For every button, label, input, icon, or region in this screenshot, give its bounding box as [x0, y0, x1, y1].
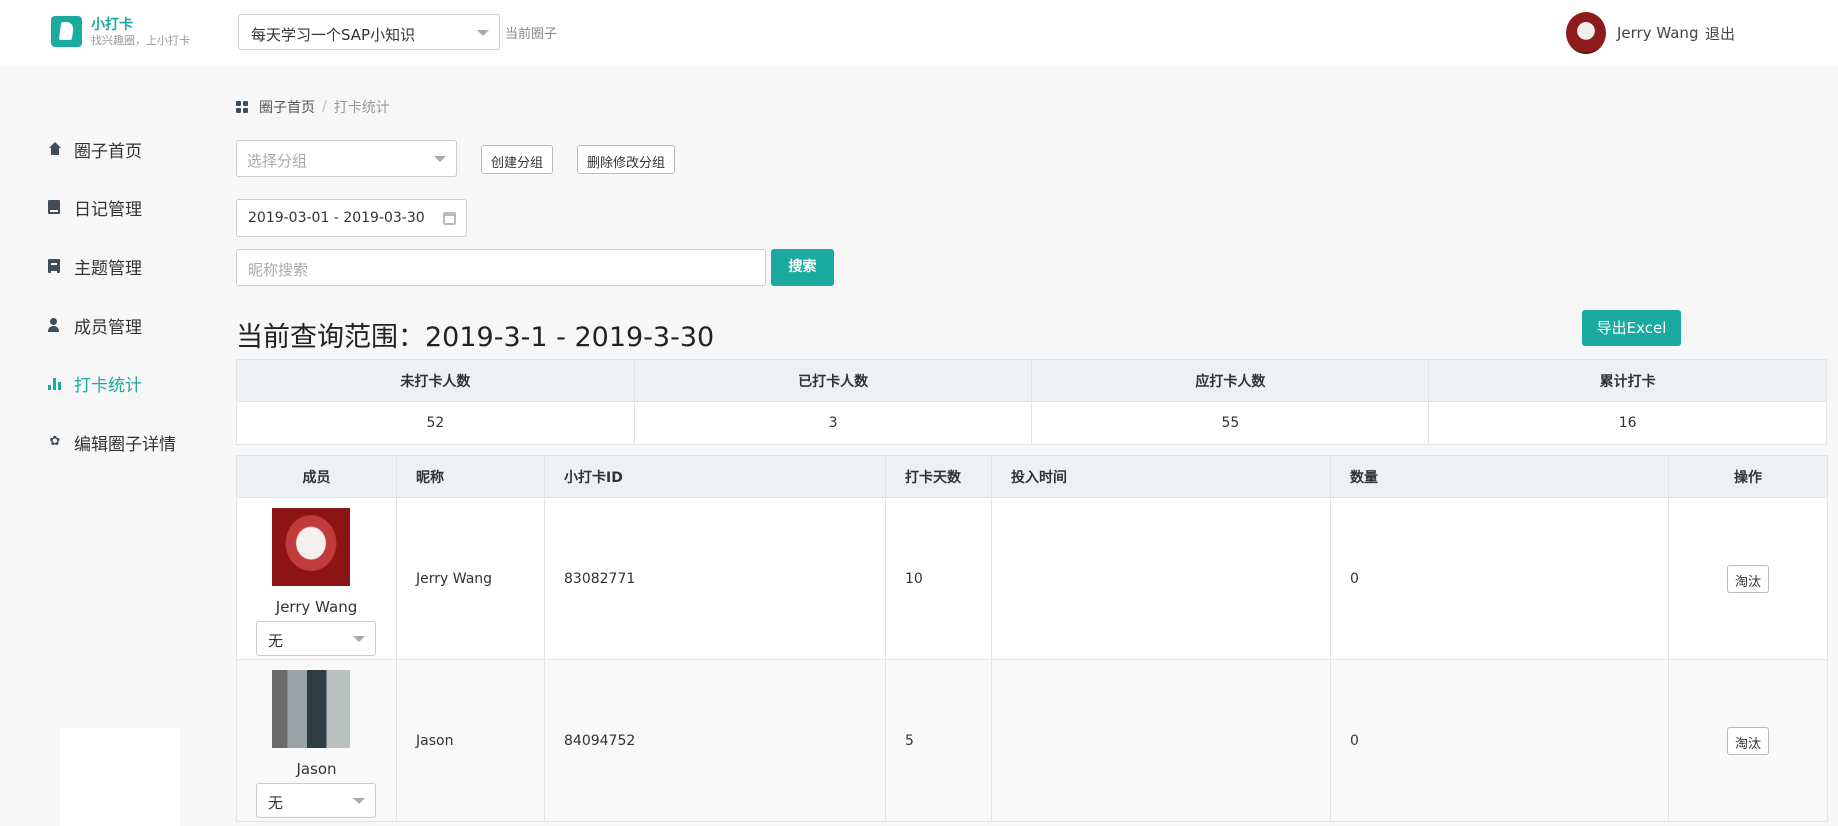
- sidebar-item-diary-management[interactable]: 日记管理: [48, 195, 142, 220]
- column-header-days: 打卡天数: [885, 455, 992, 498]
- summary-header-row: 未打卡人数 已打卡人数 应打卡人数 累计打卡: [236, 359, 1827, 402]
- id-cell: 84094752: [544, 659, 886, 822]
- column-header-action: 操作: [1668, 455, 1828, 498]
- member-cell: Jason 无: [236, 659, 397, 822]
- member-avatar: [272, 508, 350, 586]
- member-name: Jerry Wang: [275, 598, 358, 616]
- sidebar-item-label: 打卡统计: [74, 375, 142, 396]
- book-icon: [48, 200, 60, 214]
- chevron-down-icon: [353, 636, 365, 642]
- summary-header-total: 累计打卡: [1428, 359, 1827, 402]
- sidebar-item-topic-management[interactable]: 主题管理: [48, 254, 142, 279]
- action-cell: 淘汰: [1668, 659, 1828, 822]
- delete-modify-group-button[interactable]: 删除修改分组: [577, 145, 676, 174]
- gear-icon: ✿: [49, 434, 61, 449]
- circle-select-value: 每天学习一个SAP小知识: [251, 26, 416, 44]
- group-select[interactable]: 选择分组: [236, 140, 457, 177]
- member-avatar: [272, 670, 350, 748]
- action-cell: 淘汰: [1668, 497, 1828, 660]
- summary-value-checked: 3: [633, 401, 1033, 445]
- sidebar-item-checkin-stats[interactable]: 打卡统计: [48, 371, 142, 396]
- nickname-search-input[interactable]: 昵称搜索: [236, 249, 766, 286]
- member-cell: Jerry Wang 无: [236, 497, 397, 660]
- time-cell: [991, 497, 1331, 660]
- sidebar-item-label: 编辑圈子详情: [74, 434, 176, 455]
- sidebar-item-member-management[interactable]: 成员管理: [48, 313, 142, 338]
- breadcrumb-separator: /: [322, 99, 327, 115]
- dashboard-icon: [236, 100, 249, 114]
- sidebar-item-label: 主题管理: [74, 258, 142, 279]
- column-header-time: 投入时间: [991, 455, 1331, 498]
- days-cell: 10: [885, 497, 992, 660]
- top-header: 小打卡 找兴趣圈，上小打卡 每天学习一个SAP小知识 当前圈子 Jerry Wa…: [0, 0, 1838, 67]
- count-cell: 0: [1330, 497, 1669, 660]
- chevron-down-icon: [434, 156, 446, 162]
- nickname-cell: Jason: [396, 659, 545, 822]
- summary-table: 未打卡人数 已打卡人数 应打卡人数 累计打卡 52 3 55 16: [236, 359, 1827, 445]
- summary-header-checked: 已打卡人数: [633, 359, 1033, 402]
- member-group-select[interactable]: 无: [256, 621, 376, 656]
- column-header-count: 数量: [1330, 455, 1669, 498]
- bar-chart-icon: [48, 376, 62, 390]
- user-name: Jerry Wang: [1617, 24, 1699, 42]
- id-cell: 83082771: [544, 497, 886, 660]
- app-logo-icon: [51, 16, 82, 47]
- chevron-down-icon: [477, 30, 489, 36]
- app-slogan: 找兴趣圈，上小打卡: [91, 34, 190, 47]
- sidebar-item-edit-circle[interactable]: ✿ 编辑圈子详情: [48, 430, 176, 455]
- column-header-nickname: 昵称: [396, 455, 545, 498]
- breadcrumb-home-link[interactable]: 圈子首页: [259, 97, 315, 117]
- member-group-select[interactable]: 无: [256, 783, 376, 818]
- query-range-title: 当前查询范围：2019-3-1 - 2019-3-30: [236, 322, 715, 353]
- sidebar-item-label: 成员管理: [74, 317, 142, 338]
- breadcrumb: 圈子首页 / 打卡统计: [236, 97, 390, 117]
- days-cell: 5: [885, 659, 992, 822]
- date-range-value: 2019-03-01 - 2019-03-30: [248, 210, 425, 226]
- member-name: Jason: [296, 760, 337, 778]
- eliminate-button[interactable]: 淘汰: [1726, 564, 1769, 593]
- member-group-value: 无: [268, 794, 284, 812]
- summary-value-expected: 55: [1031, 401, 1430, 445]
- summary-value-total: 16: [1428, 401, 1827, 445]
- summary-header-expected: 应打卡人数: [1031, 359, 1430, 402]
- summary-header-unchecked: 未打卡人数: [236, 359, 635, 402]
- calendar-icon: [443, 212, 456, 225]
- user-icon: [48, 318, 62, 332]
- group-select-placeholder: 选择分组: [247, 152, 308, 170]
- logout-link[interactable]: 退出: [1705, 23, 1735, 44]
- summary-value-unchecked: 52: [236, 401, 635, 445]
- document-icon: [48, 259, 60, 273]
- table-row: Jerry Wang 无 Jerry Wang 83082771 10 0 淘汰: [236, 497, 1828, 660]
- time-cell: [991, 659, 1331, 822]
- nickname-cell: Jerry Wang: [396, 497, 545, 660]
- count-cell: 0: [1330, 659, 1669, 822]
- current-circle-label: 当前圈子: [505, 27, 558, 42]
- sidebar-item-label: 日记管理: [74, 199, 142, 220]
- members-table: 成员 昵称 小打卡ID 打卡天数 投入时间 数量 操作 Jerry Wang 无…: [236, 455, 1828, 822]
- member-group-value: 无: [268, 632, 284, 650]
- user-avatar[interactable]: [1566, 12, 1606, 54]
- create-group-button[interactable]: 创建分组: [481, 145, 554, 174]
- search-button[interactable]: 搜索: [771, 249, 834, 286]
- home-icon: [48, 142, 62, 156]
- export-excel-button[interactable]: 导出Excel: [1582, 310, 1681, 346]
- eliminate-button[interactable]: 淘汰: [1726, 726, 1769, 755]
- app-name: 小打卡: [91, 17, 133, 33]
- column-header-id: 小打卡ID: [544, 455, 886, 498]
- summary-values-row: 52 3 55 16: [236, 401, 1827, 445]
- table-row: Jason 无 Jason 84094752 5 0 淘汰: [236, 659, 1828, 822]
- sidebar-blank-panel: [60, 728, 180, 826]
- breadcrumb-current: 打卡统计: [333, 100, 390, 116]
- members-header-row: 成员 昵称 小打卡ID 打卡天数 投入时间 数量 操作: [236, 455, 1828, 498]
- sidebar-item-circle-home[interactable]: 圈子首页: [48, 137, 142, 162]
- column-header-member: 成员: [236, 455, 397, 498]
- chevron-down-icon: [353, 798, 365, 804]
- sidebar-item-label: 圈子首页: [74, 141, 142, 162]
- circle-select[interactable]: 每天学习一个SAP小知识: [238, 14, 500, 50]
- date-range-picker[interactable]: 2019-03-01 - 2019-03-30: [236, 199, 467, 237]
